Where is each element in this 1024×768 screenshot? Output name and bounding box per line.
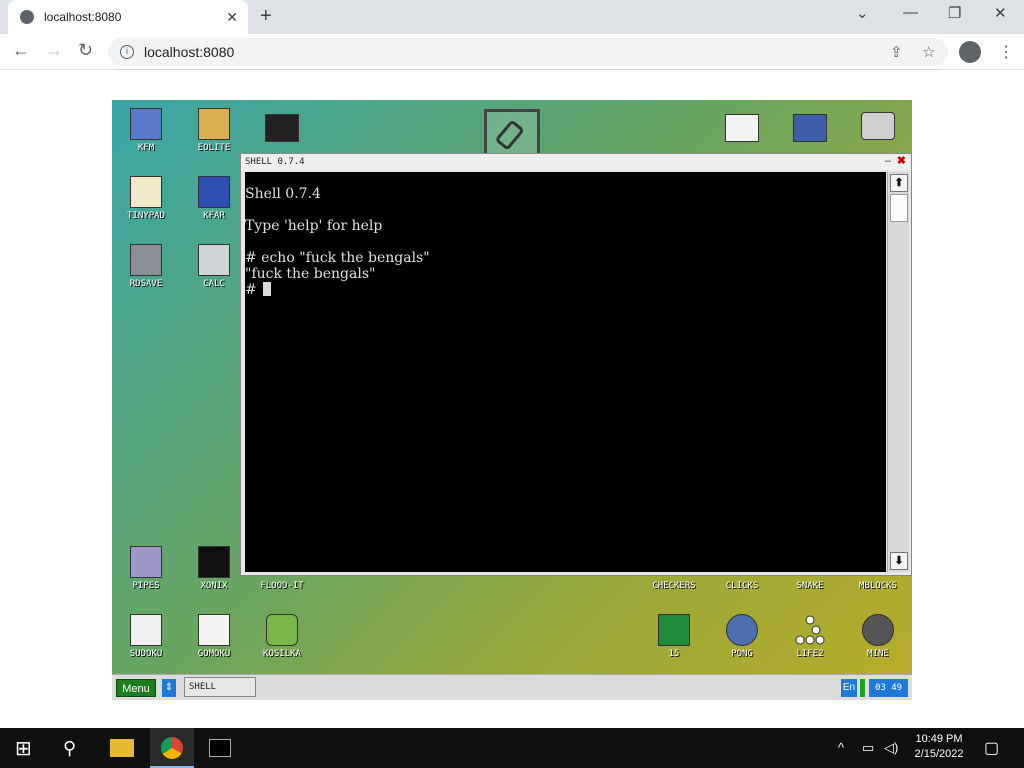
desktop-icon-xonix[interactable]: XONIX <box>180 546 248 591</box>
terminal-prompt-line[interactable]: # <box>245 282 886 298</box>
notepad-icon <box>130 176 162 208</box>
window-minimize-button[interactable]: – <box>885 154 891 168</box>
debug-board-icon[interactable] <box>725 114 759 142</box>
desktop-icon-rdsave[interactable]: RDSAVE <box>112 244 180 289</box>
tab-title: localhost:8080 <box>44 10 122 24</box>
scroll-up-button[interactable]: ⬆ <box>890 174 908 192</box>
vertical-scrollbar[interactable]: ⬆ ⬇ <box>887 172 909 572</box>
terminal-line: Shell 0.7.4 <box>245 186 321 202</box>
switch-icon[interactable]: ⇕ <box>162 679 176 697</box>
taskbar-item-shell[interactable]: SHELL <box>184 677 256 697</box>
search-icon[interactable]: ⚲ <box>63 738 76 759</box>
desktop-icon-sudoku[interactable]: SUDOKU <box>112 614 180 659</box>
chevron-up-icon[interactable]: ^ <box>838 740 844 755</box>
new-tab-button[interactable]: + <box>260 5 272 28</box>
prompt-symbol: # <box>245 282 257 298</box>
restore-button[interactable]: ❐ <box>948 4 961 22</box>
close-window-button[interactable]: ✕ <box>994 4 1007 22</box>
terminal-line: # echo "fuck the bengals" <box>245 250 430 266</box>
windows-manager-icon[interactable] <box>793 114 827 142</box>
desktop-icon-tinypad[interactable]: TINYPAD <box>112 176 180 221</box>
file-manager-icon <box>198 176 230 208</box>
xonix-icon <box>198 546 230 578</box>
shell-window[interactable]: SHELL 0.7.4 – ✖ Shell 0.7.4 Type 'help' … <box>240 153 912 576</box>
terminal-line: "fuck the bengals" <box>245 266 376 282</box>
language-indicator[interactable]: En <box>841 679 857 697</box>
globe-icon <box>20 10 34 24</box>
pipes-icon <box>130 546 162 578</box>
network-icon[interactable]: ▭ <box>862 740 874 756</box>
notification-icon[interactable]: ▢ <box>984 738 999 758</box>
scrollbar-thumb[interactable] <box>890 194 908 222</box>
chrome-icon <box>161 737 183 759</box>
sudoku-icon <box>130 614 162 646</box>
url-text: localhost:8080 <box>144 44 235 60</box>
status-indicator <box>860 679 865 697</box>
terminal-taskbar-icon[interactable] <box>209 739 231 757</box>
save-disk-icon <box>130 244 162 276</box>
desktop-icon-kfm[interactable]: KFM <box>112 108 180 153</box>
back-button[interactable]: ← <box>12 40 30 61</box>
pong-icon <box>726 614 758 646</box>
browser-tab[interactable]: localhost:8080 ✕ <box>8 0 248 34</box>
tab-search-icon[interactable]: ⌄ <box>856 4 869 22</box>
desktop-icon-pipes[interactable]: PIPES <box>112 546 180 591</box>
share-icon[interactable]: ⇪ <box>890 43 903 61</box>
kolibri-taskbar: Menu ⇕ SHELL En 03 49 <box>112 674 912 700</box>
fifteen-puzzle-icon <box>658 614 690 646</box>
desktop-icon-mine[interactable]: MINE <box>844 614 912 659</box>
info-icon[interactable]: i <box>120 45 134 59</box>
terminal-output[interactable]: Shell 0.7.4 Type 'help' for help # echo … <box>245 172 886 572</box>
menu-button[interactable]: Menu <box>116 679 156 697</box>
shell-window-title[interactable]: SHELL 0.7.4 <box>241 154 911 170</box>
minimize-button[interactable]: — <box>903 4 918 21</box>
desktop-icon-eolite[interactable]: EOLITE <box>180 108 248 153</box>
settings-tools-icon[interactable] <box>861 112 895 140</box>
gomoku-icon <box>198 614 230 646</box>
clock-time: 10:49 PM <box>915 733 963 745</box>
desktop-icon-15[interactable]: 15 <box>640 614 708 659</box>
desktop-icon-pong[interactable]: PONG <box>708 614 776 659</box>
life-dots-icon <box>794 614 826 646</box>
browser-toolbar: ← → ↻ i localhost:8080 ⇪ ☆ <box>0 34 1024 70</box>
terminal-line: Type 'help' for help <box>245 218 383 234</box>
kolibri-clock[interactable]: 03 49 <box>869 679 908 697</box>
terminal-icon[interactable] <box>265 114 299 142</box>
desktop-icon-life2[interactable]: LIFE2 <box>776 614 844 659</box>
bookmark-star-icon[interactable]: ☆ <box>922 43 935 61</box>
clock-date: 2/15/2022 <box>914 748 964 760</box>
desktop-icon-kfar[interactable]: KFAR <box>180 176 248 221</box>
desktop-icon-calc[interactable]: CALC <box>180 244 248 289</box>
browser-tab-strip: localhost:8080 ✕ + ⌄ — ❐ ✕ <box>0 0 1024 34</box>
window-close-button[interactable]: ✖ <box>897 154 906 168</box>
browser-menu-icon[interactable]: ⋮ <box>998 42 1014 62</box>
desktop-icon-kosilka[interactable]: KOSILKA <box>248 614 316 659</box>
calculator-icon <box>198 244 230 276</box>
reload-button[interactable]: ↻ <box>78 40 93 61</box>
tab-close-icon[interactable]: ✕ <box>226 9 238 26</box>
system-clock[interactable]: 10:49 PM 2/15/2022 <box>896 732 982 762</box>
profile-avatar[interactable] <box>959 41 981 63</box>
floppy-icon <box>130 108 162 140</box>
emulator-desktop[interactable]: KFM EOLITE TINYPAD KFAR RDSAVE CALC PIPE… <box>112 100 912 700</box>
text-cursor <box>262 282 271 296</box>
mine-icon <box>862 614 894 646</box>
desktop-icon-gomoku[interactable]: GOMOKU <box>180 614 248 659</box>
address-bar[interactable]: i localhost:8080 <box>108 38 948 66</box>
scroll-down-button[interactable]: ⬇ <box>890 552 908 570</box>
folder-icon <box>198 108 230 140</box>
windows-taskbar: ⊞ ⚲ ^ ▭ ◁) 10:49 PM 2/15/2022 ▢ <box>0 728 1024 768</box>
windows-start-icon[interactable]: ⊞ <box>15 736 32 761</box>
lawnmower-icon <box>266 614 298 646</box>
file-explorer-icon[interactable] <box>110 739 134 757</box>
forward-button[interactable]: → <box>45 40 63 61</box>
